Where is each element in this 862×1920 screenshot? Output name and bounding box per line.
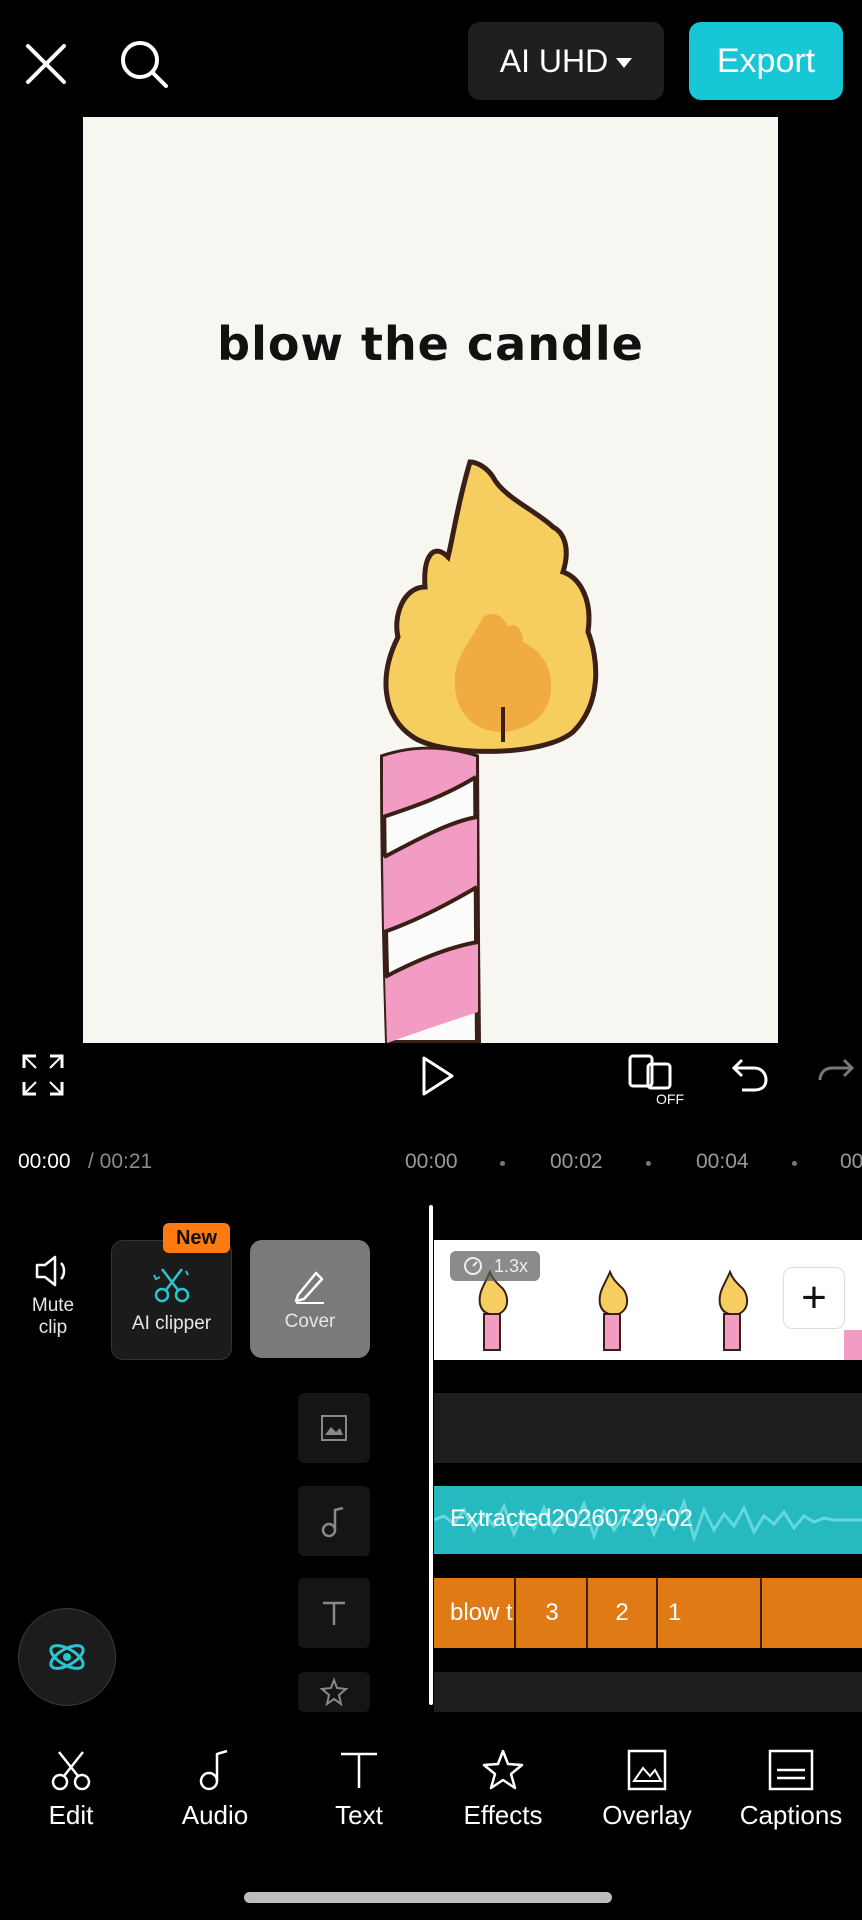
total-time: / 00:21 (88, 1150, 153, 1173)
timeline-tick: 00:02 (550, 1150, 603, 1173)
nav-label: Edit (48, 1800, 94, 1830)
undo-icon (731, 1058, 768, 1092)
export-label: Export (716, 41, 816, 80)
cover-label: Cover (284, 1311, 336, 1332)
scissors-icon (51, 1751, 91, 1791)
music-note-icon (321, 1506, 344, 1538)
nav-text[interactable]: Text (294, 1748, 424, 1831)
close-button[interactable] (20, 38, 72, 90)
nav-label: Captions (739, 1800, 843, 1830)
speed-value: 1.3x (493, 1255, 529, 1276)
text-clip[interactable]: 2 (588, 1578, 658, 1648)
text-clip-label: blow t (450, 1599, 513, 1626)
nav-effects[interactable]: Effects (438, 1748, 568, 1831)
timeline-tick: 00 (840, 1150, 862, 1173)
nav-label: Overlay (602, 1800, 692, 1830)
timeline-tick: 00:00 (405, 1150, 458, 1173)
quality-dropdown[interactable]: AI UHD (468, 22, 664, 100)
play-icon (422, 1056, 454, 1096)
fullscreen-button[interactable] (20, 1052, 66, 1112)
quality-label: AI UHD (499, 42, 609, 79)
text-clip-label: 3 (545, 1599, 559, 1626)
redo-icon (818, 1058, 855, 1081)
overlay-track-button[interactable] (298, 1393, 370, 1463)
nav-label: Text (335, 1800, 383, 1830)
effects-track-button[interactable] (298, 1672, 370, 1712)
mute-clip-label: Mute clip (31, 1295, 75, 1338)
speed-badge: 1.3x (450, 1251, 540, 1281)
star-icon (482, 1749, 524, 1790)
text-clip-label: 1 (668, 1599, 682, 1626)
plus-icon: + (801, 1273, 827, 1322)
scissors-icon (152, 1268, 189, 1303)
speaker-icon (35, 1255, 66, 1287)
timeline-dot (646, 1161, 651, 1166)
text-track-button[interactable] (298, 1578, 370, 1648)
ai-clipper-button[interactable]: AI clipper (111, 1240, 232, 1360)
ai-assistant-button[interactable] (18, 1608, 116, 1706)
redo-button[interactable] (814, 1052, 858, 1112)
playhead[interactable] (429, 1205, 433, 1705)
search-icon (121, 41, 168, 88)
nav-edit[interactable]: Edit (6, 1748, 136, 1831)
mute-clip-button[interactable]: Mute clip (22, 1242, 84, 1350)
speedometer-icon (463, 1257, 482, 1275)
image-icon (321, 1415, 347, 1441)
timeline-dot (792, 1161, 797, 1166)
pencil-icon (294, 1271, 324, 1304)
current-time: 00:00 (18, 1150, 71, 1173)
timeline-dot (500, 1161, 505, 1166)
nav-label: Audio (181, 1800, 249, 1830)
nav-captions[interactable]: Captions (726, 1748, 856, 1831)
text-clip[interactable]: blow t (434, 1578, 516, 1648)
undo-button[interactable] (728, 1052, 772, 1112)
video-preview[interactable]: blow the candle (83, 117, 778, 1043)
text-clip[interactable]: 3 (518, 1578, 588, 1648)
nav-audio[interactable]: Audio (150, 1748, 280, 1831)
overlay-lane (434, 1393, 862, 1463)
text-clip-label: 2 (615, 1599, 629, 1626)
text-clip[interactable]: 1 (658, 1578, 762, 1648)
candle-illustration (379, 459, 599, 1043)
ai-clipper-label: AI clipper (131, 1313, 212, 1334)
svg-text:OFF: OFF (656, 1091, 684, 1107)
new-badge: New (163, 1223, 230, 1253)
snap-off-icon: OFF (628, 1054, 684, 1107)
ai-orbit-icon (49, 1644, 85, 1670)
export-button[interactable]: Export (689, 22, 843, 100)
cover-button[interactable]: Cover (250, 1240, 370, 1358)
add-clip-button[interactable]: + (784, 1268, 844, 1328)
nav-overlay[interactable]: Overlay (582, 1748, 712, 1831)
audio-clip-name: Extracted20260729-02 (450, 1505, 693, 1532)
nav-label: Effects (463, 1800, 543, 1830)
captions-icon (768, 1749, 814, 1791)
search-button[interactable] (116, 36, 172, 92)
music-note-icon (199, 1749, 228, 1791)
close-icon (26, 44, 66, 84)
play-button[interactable] (412, 1052, 460, 1112)
text-icon (341, 1752, 377, 1788)
text-icon (323, 1601, 345, 1625)
audio-track-button[interactable] (298, 1486, 370, 1556)
image-icon (627, 1749, 667, 1791)
home-indicator[interactable] (244, 1892, 612, 1903)
fullscreen-icon (22, 1054, 64, 1096)
auto-snap-toggle[interactable]: OFF (626, 1052, 686, 1112)
chevron-down-icon (616, 58, 633, 68)
timeline-tick: 00:04 (696, 1150, 749, 1173)
effects-lane (434, 1672, 862, 1712)
star-icon (319, 1677, 349, 1707)
